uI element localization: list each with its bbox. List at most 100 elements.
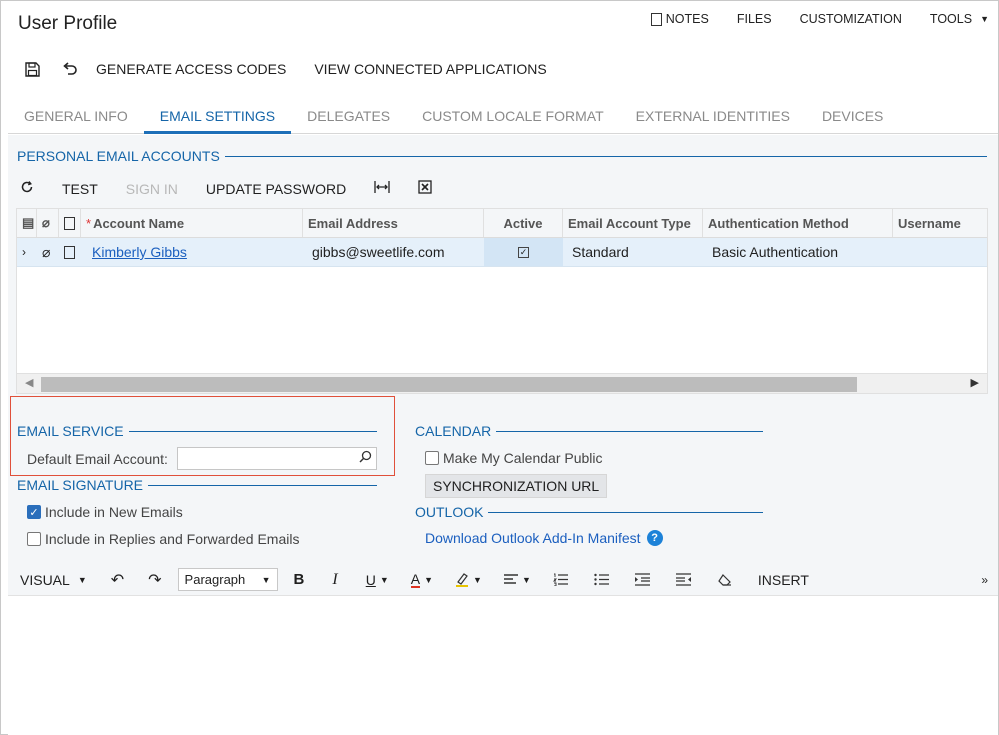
column-active-label: Active <box>503 215 543 231</box>
help-icon[interactable]: ? <box>646 530 663 546</box>
note-icon[interactable] <box>59 238 81 266</box>
section-divider <box>488 511 763 513</box>
email-service-header: EMAIL SERVICE <box>17 423 377 439</box>
section-divider <box>128 430 377 432</box>
required-marker: * <box>86 215 92 231</box>
column-email-account-type[interactable]: Email Account Type <box>563 209 703 237</box>
column-email-account-type-label: Email Account Type <box>568 215 691 231</box>
caret-down-icon: ▼ <box>980 14 989 24</box>
top-navigation: NOTES FILES CUSTOMIZATION TOOLS ▼ <box>650 12 989 26</box>
checkbox-checked-icon[interactable]: ✓ <box>27 505 41 519</box>
generate-access-codes-button[interactable]: GENERATE ACCESS CODES <box>96 61 286 77</box>
underline-button[interactable]: U ▼ <box>366 572 389 588</box>
refresh-icon[interactable] <box>20 180 34 197</box>
tab-email-settings[interactable]: EMAIL SETTINGS <box>143 96 292 134</box>
scrollbar-thumb[interactable] <box>41 377 857 392</box>
insert-button[interactable]: INSERT <box>758 572 809 588</box>
tab-devices[interactable]: DEVICES <box>806 96 899 134</box>
excel-export-icon[interactable] <box>418 180 432 197</box>
fit-columns-icon[interactable] <box>374 180 390 197</box>
clear-formatting-icon[interactable] <box>717 573 732 587</box>
row-selector-header-icon: ▤ <box>17 209 37 237</box>
grid-header: ▤ ⌀ * Account Name Email Address Active … <box>17 209 987 238</box>
default-email-account-field[interactable] <box>177 447 377 470</box>
cell-username <box>893 238 987 266</box>
numbered-list-icon[interactable] <box>552 573 568 586</box>
scroll-right-icon[interactable]: ▶ <box>971 376 979 389</box>
column-email-address[interactable]: Email Address <box>303 209 484 237</box>
font-color-button[interactable]: A ▼ <box>410 572 433 588</box>
sign-in-button[interactable]: SIGN IN <box>126 181 178 197</box>
cell-authentication-method: Basic Authentication <box>712 244 839 260</box>
include-replies-label: Include in Replies and Forwarded Emails <box>45 531 300 547</box>
download-outlook-manifest-label[interactable]: Download Outlook Add-In Manifest <box>425 530 641 546</box>
calendar-header: CALENDAR <box>415 423 763 439</box>
document-icon <box>650 12 662 26</box>
column-authentication-method-label: Authentication Method <box>708 215 849 231</box>
italic-icon[interactable]: I <box>332 571 337 589</box>
cell-account-name[interactable]: Kimberly Gibbs <box>87 238 303 266</box>
visual-mode-dropdown[interactable]: VISUAL ▼ <box>20 572 87 588</box>
main-toolbar: GENERATE ACCESS CODES VIEW CONNECTED APP… <box>20 58 575 80</box>
tools-menu[interactable]: TOOLS ▼ <box>930 12 989 26</box>
column-account-name-label: Account Name <box>93 215 185 231</box>
files-button[interactable]: FILES <box>737 12 772 26</box>
undo-icon[interactable]: ↶ <box>111 570 124 590</box>
search-icon[interactable] <box>359 450 372 466</box>
account-name-link[interactable]: Kimberly Gibbs <box>92 244 187 260</box>
default-email-account-label: Default Email Account: <box>27 451 168 467</box>
tab-delegates[interactable]: DELEGATES <box>291 96 406 134</box>
attachment-icon[interactable]: ⌀ <box>37 238 59 266</box>
chevron-down-icon: ▼ <box>379 574 389 585</box>
synchronization-url-button[interactable]: SYNCHRONIZATION URL <box>425 474 608 498</box>
paragraph-label: Paragraph <box>184 572 246 587</box>
more-options-icon[interactable]: » <box>981 573 988 587</box>
tab-general-info[interactable]: GENERAL INFO <box>8 96 144 134</box>
active-checkbox[interactable]: ✓ <box>518 246 529 258</box>
bold-icon[interactable]: B <box>294 571 305 588</box>
customization-label: CUSTOMIZATION <box>799 12 902 26</box>
view-connected-applications-button[interactable]: VIEW CONNECTED APPLICATIONS <box>314 61 546 77</box>
email-signature-header: EMAIL SIGNATURE <box>17 477 377 493</box>
cell-email-address: gibbs@sweetlife.com <box>312 244 445 260</box>
section-divider <box>148 484 377 486</box>
scroll-left-icon[interactable]: ◀ <box>25 376 33 389</box>
row-expand-icon[interactable]: › <box>17 238 37 266</box>
redo-icon[interactable]: ↷ <box>148 570 161 590</box>
column-email-address-label: Email Address <box>308 215 398 231</box>
cell-active[interactable]: ✓ <box>484 238 563 266</box>
files-label: FILES <box>736 12 772 26</box>
column-authentication-method[interactable]: Authentication Method <box>703 209 893 237</box>
default-email-account-input[interactable] <box>178 448 348 469</box>
make-calendar-public-checkbox[interactable]: Make My Calendar Public <box>425 450 603 466</box>
highlight-button[interactable]: ▼ <box>455 572 482 587</box>
save-icon[interactable] <box>20 61 44 77</box>
download-outlook-manifest-link[interactable]: Download Outlook Add-In Manifest ? <box>425 530 663 546</box>
horizontal-scrollbar[interactable]: ◀ ▶ <box>17 373 987 393</box>
undo-icon[interactable] <box>58 62 82 76</box>
notes-label: NOTES <box>665 12 709 26</box>
tab-custom-locale-format[interactable]: CUSTOM LOCALE FORMAT <box>406 96 620 134</box>
outdent-icon[interactable] <box>675 573 691 586</box>
checkbox-unchecked-icon[interactable] <box>425 451 439 465</box>
signature-editor-area[interactable] <box>8 596 998 735</box>
column-account-name[interactable]: * Account Name <box>81 209 303 237</box>
bullet-list-icon[interactable] <box>594 573 609 586</box>
update-password-button[interactable]: UPDATE PASSWORD <box>206 181 346 197</box>
make-calendar-public-label: Make My Calendar Public <box>443 450 603 466</box>
attachment-header-icon: ⌀ <box>37 209 59 237</box>
include-new-emails-checkbox[interactable]: ✓ Include in New Emails <box>27 504 183 520</box>
calendar-title: CALENDAR <box>415 423 492 439</box>
column-username[interactable]: Username <box>893 209 987 237</box>
customization-button[interactable]: CUSTOMIZATION <box>800 12 902 26</box>
checkbox-unchecked-icon[interactable] <box>27 532 41 546</box>
indent-icon[interactable] <box>634 573 650 586</box>
table-row[interactable]: › ⌀ Kimberly Gibbs gibbs@sweetlife.com ✓… <box>17 238 987 267</box>
include-replies-checkbox[interactable]: Include in Replies and Forwarded Emails <box>27 531 299 547</box>
column-active[interactable]: Active <box>484 209 563 237</box>
notes-button[interactable]: NOTES <box>650 12 709 26</box>
paragraph-dropdown[interactable]: Paragraph ▼ <box>177 568 278 591</box>
test-button[interactable]: TEST <box>62 181 98 197</box>
align-button[interactable]: ▼ <box>503 573 531 586</box>
tab-external-identities[interactable]: EXTERNAL IDENTITIES <box>620 96 806 134</box>
